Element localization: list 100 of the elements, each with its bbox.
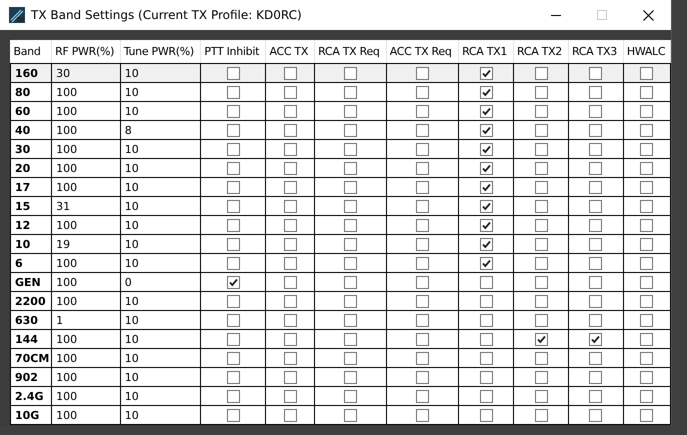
checkbox[interactable] [344,86,357,98]
checkbox[interactable] [589,66,602,80]
checkbox[interactable] [344,104,357,118]
checkbox[interactable] [284,332,297,346]
column-header[interactable]: RCA TX Req [314,40,386,64]
checkbox[interactable] [416,238,429,250]
checkbox[interactable] [534,124,548,136]
checkbox[interactable] [534,352,548,364]
checkbox[interactable] [344,408,357,422]
checkbox[interactable] [284,408,297,422]
checkbox[interactable] [534,86,548,98]
checkbox[interactable] [284,314,297,326]
checkbox[interactable] [640,104,654,118]
checkbox[interactable] [534,218,548,232]
checkbox[interactable] [480,314,493,326]
checkbox[interactable] [640,200,654,212]
checkbox[interactable] [589,256,602,270]
checkbox[interactable] [534,314,548,326]
checkbox[interactable] [416,352,429,364]
checkbox[interactable] [226,180,240,194]
checkbox[interactable] [416,256,429,270]
checkbox[interactable] [534,256,548,270]
checkbox[interactable] [589,218,602,232]
checkbox[interactable] [416,408,429,422]
checkbox[interactable] [480,124,493,136]
checkbox[interactable] [534,294,548,308]
checkbox[interactable] [589,390,602,402]
checkbox[interactable] [226,66,240,80]
checkbox[interactable] [534,238,548,250]
checkbox[interactable] [534,104,548,118]
checkbox[interactable] [640,256,654,270]
checkbox[interactable] [226,390,240,402]
checkbox[interactable] [640,142,654,156]
checkbox[interactable] [226,104,240,118]
checkbox[interactable] [534,390,548,402]
checkbox[interactable] [589,276,602,288]
checkbox[interactable] [226,218,240,232]
checkbox[interactable] [534,332,548,346]
checkbox[interactable] [344,352,357,364]
checkbox[interactable] [284,238,297,250]
checkbox[interactable] [284,352,297,364]
checkbox[interactable] [640,276,654,288]
checkbox[interactable] [480,294,493,308]
checkbox[interactable] [226,352,240,364]
checkbox[interactable] [416,200,429,212]
checkbox[interactable] [344,390,357,402]
checkbox[interactable] [640,238,654,250]
checkbox[interactable] [344,256,357,270]
checkbox[interactable] [416,162,429,174]
column-header[interactable]: RF PWR(%) [52,40,120,64]
checkbox[interactable] [284,256,297,270]
checkbox[interactable] [344,124,357,136]
checkbox[interactable] [416,276,429,288]
checkbox[interactable] [226,162,240,174]
checkbox[interactable] [226,86,240,98]
column-header[interactable]: Tune PWR(%) [120,40,201,64]
checkbox[interactable] [480,352,493,364]
checkbox[interactable] [589,332,602,346]
checkbox[interactable] [640,86,654,98]
checkbox[interactable] [480,256,493,270]
checkbox[interactable] [589,162,602,174]
column-header[interactable]: ACC TX [266,40,315,64]
column-header[interactable]: ACC TX Req [386,40,459,64]
checkbox[interactable] [480,408,493,422]
checkbox[interactable] [344,142,357,156]
checkbox[interactable] [640,162,654,174]
checkbox[interactable] [480,332,493,346]
checkbox[interactable] [416,86,429,98]
checkbox[interactable] [284,294,297,308]
checkbox[interactable] [589,352,602,364]
checkbox[interactable] [640,408,654,422]
checkbox[interactable] [534,162,548,174]
checkbox[interactable] [226,294,240,308]
checkbox[interactable] [589,124,602,136]
checkbox[interactable] [344,200,357,212]
checkbox[interactable] [640,124,654,136]
checkbox[interactable] [640,218,654,232]
checkbox[interactable] [480,180,493,194]
checkbox[interactable] [344,162,357,174]
checkbox[interactable] [589,104,602,118]
checkbox[interactable] [284,218,297,232]
checkbox[interactable] [480,66,493,80]
checkbox[interactable] [344,314,357,326]
checkbox[interactable] [226,200,240,212]
checkbox[interactable] [480,200,493,212]
checkbox[interactable] [226,370,240,384]
checkbox[interactable] [589,180,602,194]
checkbox[interactable] [589,200,602,212]
checkbox[interactable] [416,314,429,326]
checkbox[interactable] [534,180,548,194]
checkbox[interactable] [534,408,548,422]
checkbox[interactable] [226,124,240,136]
checkbox[interactable] [344,180,357,194]
checkbox[interactable] [416,332,429,346]
checkbox[interactable] [226,332,240,346]
checkbox[interactable] [284,162,297,174]
checkbox[interactable] [416,142,429,156]
checkbox[interactable] [534,142,548,156]
checkbox[interactable] [284,104,297,118]
checkbox[interactable] [284,124,297,136]
